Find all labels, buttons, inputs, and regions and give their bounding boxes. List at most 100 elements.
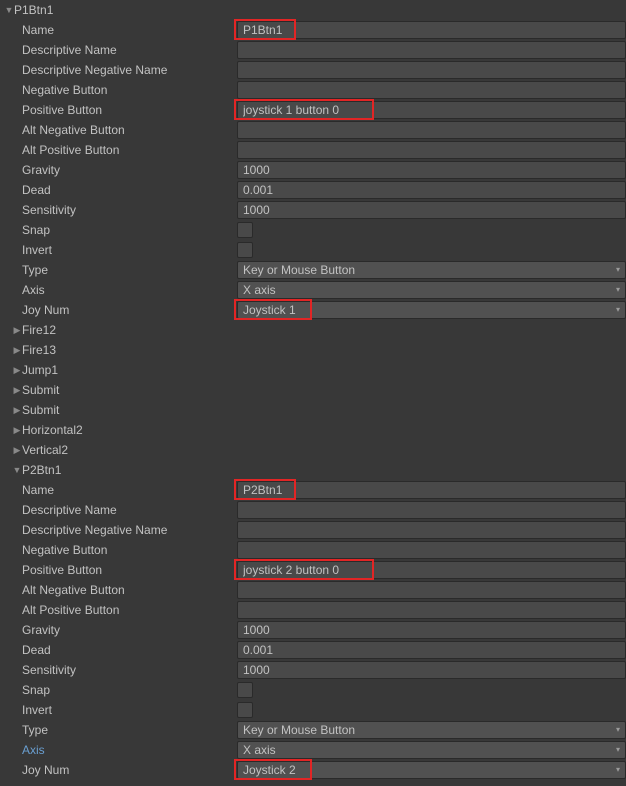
header-label[interactable]: Fire13 xyxy=(22,343,56,357)
property-row-positive-button: Positive Button xyxy=(0,100,626,120)
property-row-alt-negative-button: Alt Negative Button xyxy=(0,120,626,140)
invert-checkbox[interactable] xyxy=(237,702,253,718)
property-row-alt-positive-button: Alt Positive Button xyxy=(0,600,626,620)
value-cell: Key or Mouse Button▾ xyxy=(237,720,626,740)
descriptive-negative-name-input[interactable] xyxy=(237,61,626,79)
property-row-submit: ▶Submit xyxy=(0,400,626,420)
label-cell: Descriptive Name xyxy=(4,40,237,60)
invert-checkbox[interactable] xyxy=(237,242,253,258)
label-cell: Descriptive Name xyxy=(4,500,237,520)
foldout-right-icon[interactable]: ▶ xyxy=(12,445,22,455)
negative-button-input[interactable] xyxy=(237,541,626,559)
descriptive-negative-name-input[interactable] xyxy=(237,521,626,539)
property-label: Snap xyxy=(22,223,50,237)
dropdown-value: Joystick 1 xyxy=(243,302,296,318)
dead-input[interactable] xyxy=(237,181,626,199)
negative-button-input[interactable] xyxy=(237,81,626,99)
positive-button-input[interactable] xyxy=(237,561,626,579)
gravity-input[interactable] xyxy=(237,621,626,639)
joy-num-dropdown[interactable]: Joystick 2▾ xyxy=(237,761,626,779)
descriptive-name-input[interactable] xyxy=(237,41,626,59)
header-label[interactable]: Vertical2 xyxy=(22,443,68,457)
alt-negative-button-input[interactable] xyxy=(237,581,626,599)
sensitivity-input[interactable] xyxy=(237,201,626,219)
alt-positive-button-input[interactable] xyxy=(237,601,626,619)
label-cell: Positive Button xyxy=(4,560,237,580)
header-label[interactable]: Horizontal2 xyxy=(22,423,83,437)
header-label[interactable]: Submit xyxy=(22,403,59,417)
chevron-down-icon: ▾ xyxy=(616,302,620,318)
type-dropdown[interactable]: Key or Mouse Button▾ xyxy=(237,721,626,739)
value-cell xyxy=(237,520,626,540)
property-label: Positive Button xyxy=(22,103,102,117)
value-cell: X axis▾ xyxy=(237,280,626,300)
label-cell: Axis xyxy=(4,740,237,760)
foldout-right-icon[interactable]: ▶ xyxy=(12,385,22,395)
value-cell xyxy=(237,20,626,40)
value-cell: Joystick 1 ▾ xyxy=(237,300,626,320)
label-cell: Negative Button xyxy=(4,540,237,560)
gravity-input[interactable] xyxy=(237,161,626,179)
foldout-right-icon[interactable]: ▶ xyxy=(12,325,22,335)
snap-checkbox[interactable] xyxy=(237,222,253,238)
type-dropdown[interactable]: Key or Mouse Button▾ xyxy=(237,261,626,279)
value-cell xyxy=(237,220,626,240)
axis-dropdown[interactable]: X axis▾ xyxy=(237,281,626,299)
value-cell xyxy=(237,480,626,500)
foldout-right-icon[interactable]: ▶ xyxy=(12,345,22,355)
descriptive-name-input[interactable] xyxy=(237,501,626,519)
property-row-snap: Snap xyxy=(0,680,626,700)
snap-checkbox[interactable] xyxy=(237,682,253,698)
property-row-submit: ▶Submit xyxy=(0,380,626,400)
property-label: Dead xyxy=(22,643,51,657)
label-cell: ▶Fire12 xyxy=(4,320,237,340)
chevron-down-icon: ▾ xyxy=(616,762,620,778)
positive-button-input[interactable] xyxy=(237,101,626,119)
label-cell: ▶Fire13 xyxy=(4,340,237,360)
header-label[interactable]: P2Btn1 xyxy=(22,463,61,477)
chevron-down-icon: ▾ xyxy=(616,742,620,758)
label-cell: Alt Negative Button xyxy=(4,580,237,600)
foldout-down-icon[interactable]: ▼ xyxy=(12,465,22,475)
alt-positive-button-input[interactable] xyxy=(237,141,626,159)
value-cell xyxy=(237,60,626,80)
property-row-p2btn1: ▼P2Btn1 xyxy=(0,460,626,480)
label-cell: Joy Num xyxy=(4,300,237,320)
name-input[interactable] xyxy=(237,481,626,499)
foldout-right-icon[interactable]: ▶ xyxy=(12,425,22,435)
value-cell xyxy=(237,620,626,640)
property-row-snap: Snap xyxy=(0,220,626,240)
chevron-down-icon: ▾ xyxy=(616,722,620,738)
property-label: Name xyxy=(22,483,54,497)
property-row-dead: Dead xyxy=(0,640,626,660)
sensitivity-input[interactable] xyxy=(237,661,626,679)
value-cell: Key or Mouse Button▾ xyxy=(237,260,626,280)
property-row-axis: Axis X axis▾ xyxy=(0,740,626,760)
property-row-p1btn1: ▼P1Btn1 xyxy=(0,0,626,20)
label-cell: ▶Vertical2 xyxy=(4,440,237,460)
header-label[interactable]: Fire12 xyxy=(22,323,56,337)
dead-input[interactable] xyxy=(237,641,626,659)
value-cell: X axis▾ xyxy=(237,740,626,760)
property-row-joy-num: Joy NumJoystick 2▾ xyxy=(0,760,626,780)
foldout-right-icon[interactable]: ▶ xyxy=(12,365,22,375)
header-label[interactable]: Submit xyxy=(22,383,59,397)
value-cell xyxy=(237,40,626,60)
value-cell: Joystick 2▾ xyxy=(237,760,626,780)
property-label: Descriptive Name xyxy=(22,503,117,517)
property-row-horizontal2: ▶Horizontal2 xyxy=(0,420,626,440)
joy-num-dropdown[interactable]: Joystick 1 ▾ xyxy=(237,301,626,319)
axis-dropdown[interactable]: X axis▾ xyxy=(237,741,626,759)
header-label[interactable]: P1Btn1 xyxy=(14,3,53,17)
foldout-down-icon[interactable]: ▼ xyxy=(4,5,14,15)
property-row-vertical2: ▶Vertical2 xyxy=(0,440,626,460)
property-label: Invert xyxy=(22,243,52,257)
name-input[interactable] xyxy=(237,21,626,39)
label-cell: Invert xyxy=(4,700,237,720)
foldout-right-icon[interactable]: ▶ xyxy=(12,405,22,415)
alt-negative-button-input[interactable] xyxy=(237,121,626,139)
property-label: Alt Positive Button xyxy=(22,603,119,617)
property-label: Axis xyxy=(22,743,45,757)
property-label: Negative Button xyxy=(22,543,107,557)
header-label[interactable]: Jump1 xyxy=(22,363,58,377)
